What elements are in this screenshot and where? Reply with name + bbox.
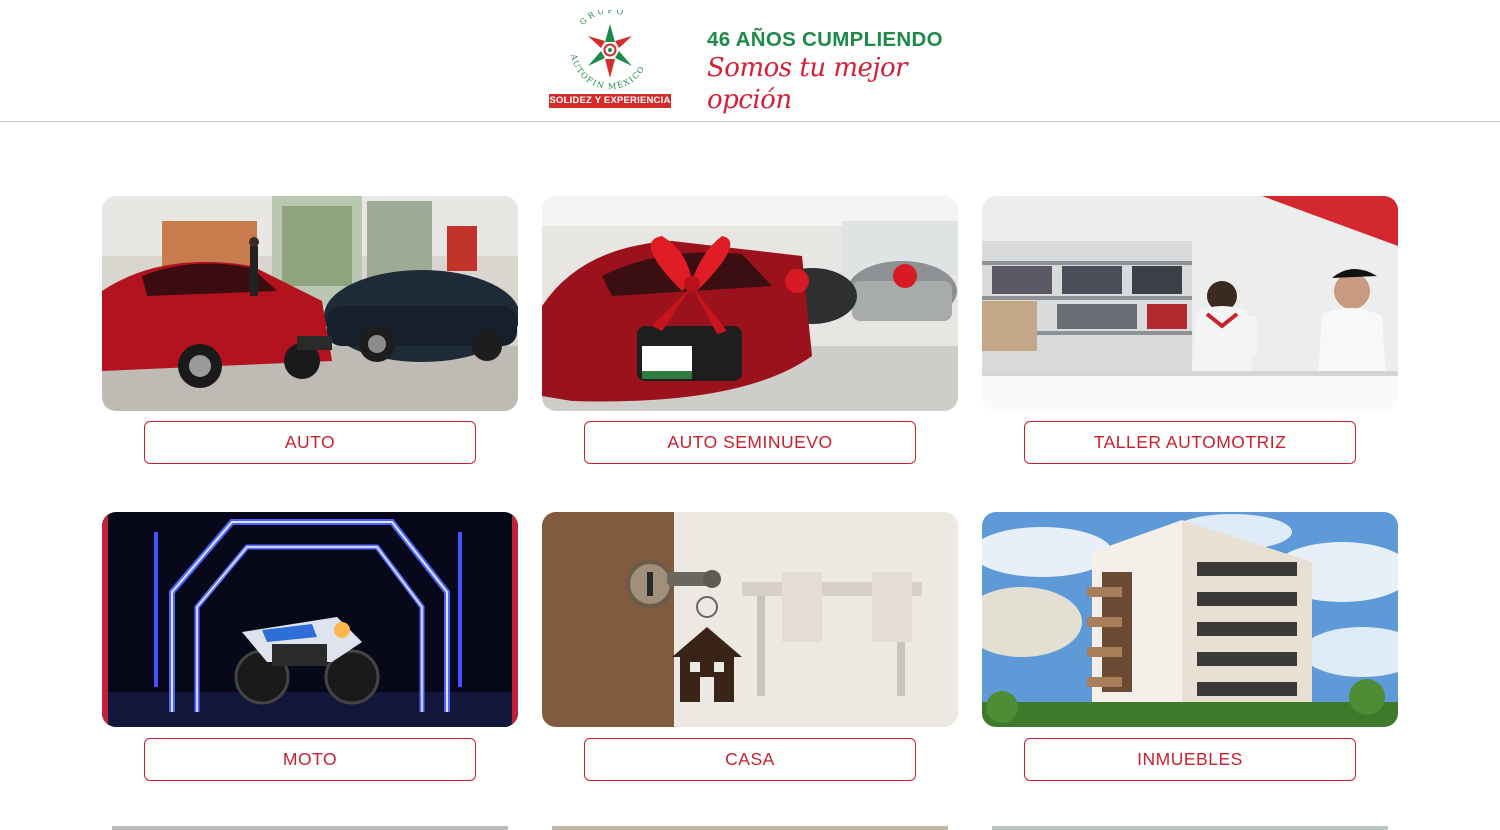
slogan-title: 46 AÑOS CUMPLIENDO bbox=[707, 28, 943, 51]
showroom-cars-image[interactable] bbox=[102, 196, 518, 411]
next-row-card-top bbox=[992, 826, 1388, 830]
inmuebles-button[interactable]: INMUEBLES bbox=[1024, 738, 1356, 781]
taller-automotriz-button[interactable]: TALLER AUTOMOTRIZ bbox=[1024, 421, 1356, 464]
anniversary-slogan: 46 AÑOS CUMPLIENDO Somos tu mejor opción bbox=[707, 28, 957, 115]
moto-button[interactable]: MOTO bbox=[144, 738, 476, 781]
next-row-card-top bbox=[552, 826, 948, 830]
house-key-image[interactable] bbox=[542, 512, 958, 727]
slogan-tagline: Somos tu mejor opción bbox=[707, 53, 908, 115]
motorcycle-neon-image[interactable] bbox=[102, 512, 518, 727]
car-with-bow-image[interactable] bbox=[542, 196, 958, 411]
apartment-building-image[interactable] bbox=[982, 512, 1398, 727]
svg-text:AUTOFIN MÉXICO: AUTOFIN MÉXICO bbox=[569, 52, 647, 91]
auto-parts-counter-image[interactable] bbox=[982, 196, 1398, 411]
auto-button[interactable]: AUTO bbox=[144, 421, 476, 464]
site-header: GRUPO AUTOFIN MÉXICO SOLIDEZ Y EXPERIENC… bbox=[0, 0, 1500, 122]
auto-seminuevo-button[interactable]: AUTO SEMINUEVO bbox=[584, 421, 916, 464]
logo-badge: SOLIDEZ Y EXPERIENCIA bbox=[549, 94, 671, 108]
svg-text:GRUPO: GRUPO bbox=[578, 10, 627, 27]
autofin-emblem-icon: GRUPO AUTOFIN MÉXICO bbox=[569, 6, 647, 91]
casa-button[interactable]: CASA bbox=[584, 738, 916, 781]
grupo-autofin-logo[interactable]: GRUPO AUTOFIN MÉXICO SOLIDEZ Y EXPERIENC… bbox=[549, 6, 671, 110]
next-row-card-top bbox=[112, 826, 508, 830]
